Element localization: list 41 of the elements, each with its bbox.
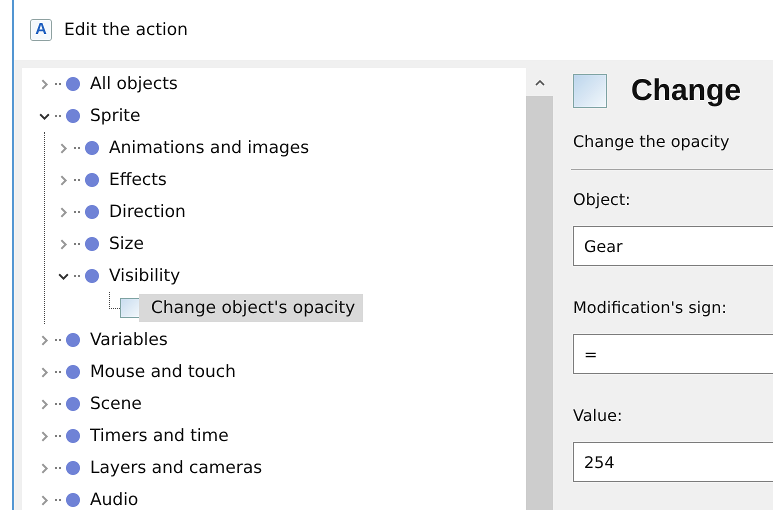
action-title: Change [631, 74, 742, 108]
action-icon [573, 74, 607, 108]
category-dot-icon [85, 205, 99, 219]
input-field[interactable]: 254 [573, 442, 773, 482]
tree-item[interactable]: Mouse and touch [22, 356, 526, 388]
scroll-up-icon[interactable] [534, 80, 544, 86]
category-dot-icon [66, 77, 80, 91]
tree-item[interactable]: Layers and cameras [22, 452, 526, 484]
tree-item[interactable]: Effects [45, 164, 526, 196]
app-logo: A [30, 19, 52, 41]
parameter-label: Value: [573, 405, 624, 427]
parameter-label: Object: [573, 189, 632, 211]
category-dot-icon [66, 365, 80, 379]
action-icon [120, 298, 140, 318]
input-field[interactable]: = [573, 334, 773, 374]
action-description: Change the opacity [573, 132, 730, 151]
input-field[interactable]: Gear [573, 226, 773, 266]
tree-item[interactable]: Sprite [22, 100, 526, 132]
category-dot-icon [85, 141, 99, 155]
category-dot-icon [66, 429, 80, 443]
tree-item[interactable]: Audio [22, 484, 526, 510]
tree-item[interactable]: Timers and time [22, 420, 526, 452]
tree-item[interactable]: Scene [22, 388, 526, 420]
window-title: Edit the action [64, 20, 188, 40]
category-dot-icon [85, 269, 99, 283]
tree-item[interactable]: Change object's opacity [109, 292, 526, 324]
category-dot-icon [66, 109, 80, 123]
category-dot-icon [66, 461, 80, 475]
category-dot-icon [66, 493, 80, 507]
tree-item[interactable]: Animations and images [45, 132, 526, 164]
tree-item[interactable]: Visibility [45, 260, 526, 292]
tree-item[interactable]: Variables [22, 324, 526, 356]
tree-item[interactable]: All objects [22, 68, 526, 100]
tree-item[interactable]: Direction [45, 196, 526, 228]
category-dot-icon [85, 173, 99, 187]
category-dot-icon [66, 397, 80, 411]
parameter-label: Modification's sign: [573, 297, 728, 319]
scrollbar-thumb[interactable] [526, 96, 553, 510]
category-dot-icon [85, 237, 99, 251]
category-dot-icon [66, 333, 80, 347]
tree-item[interactable]: Size [45, 228, 526, 260]
